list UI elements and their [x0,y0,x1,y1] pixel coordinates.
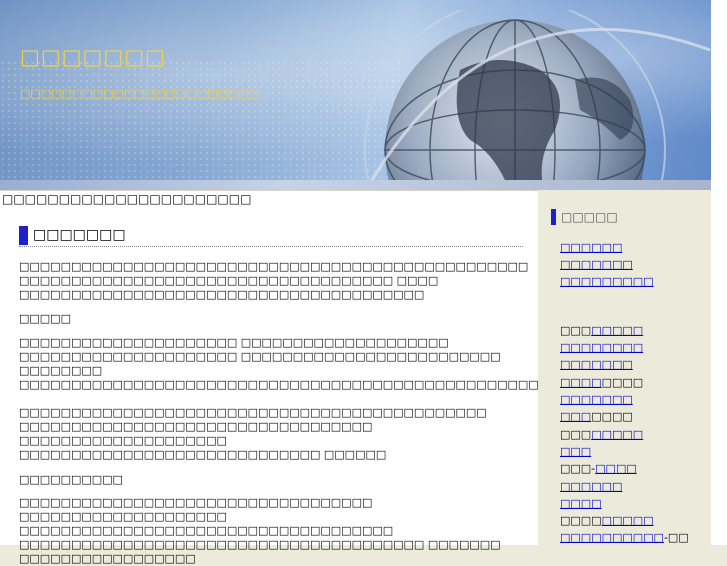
main-content: □□□□□□□ □□□□□□□□□□□□□□□□□□□□□□□□□□□□□□□□… [0,206,695,565]
breadcrumb: □□□□□□□□□□□□□□□□□□□□□□ [0,190,538,206]
sidebar-link-prefix: □□□□ [560,514,602,527]
sidebar-link-prefix: □□□ [560,324,592,337]
sidebar-link[interactable]: □□□□□□□□□□ [560,531,664,544]
sidebar-link-item[interactable]: □□□□□□□□ [560,341,643,355]
title-marker [19,226,28,245]
sidebar-link-item[interactable]: □□□□□□□□ [560,428,643,442]
sidebar-link-item[interactable]: □□□□ [560,497,602,511]
sidebar-link[interactable]: □□□□□ [591,324,643,337]
sidebar-link-item[interactable]: □□□□□□□ [560,410,633,424]
sidebar-link[interactable]: □□□□□□ [560,480,622,493]
paragraph-5-line-a: □□□□□□□□□□□□□□□□□□□□□□□□□□□□□□□□□□ □□□□□… [19,496,373,523]
sidebar-link-item[interactable]: □□□□□□□□□ [560,275,654,289]
sidebar-link-suffix: -□□ [663,531,689,544]
site-header: □□□□□□□ □□□□□□□□□□□□□□□□□□□□□□□ [0,0,711,190]
sidebar-link-item[interactable]: □□□□□□ [560,480,622,494]
sidebar-link-item[interactable]: □□□□□□□ [560,258,633,272]
sidebar-link-item[interactable]: □□□□□□□□□ [560,514,654,528]
sidebar-link-prefix: □□□ [560,428,592,441]
sidebar-link-item[interactable]: □□□ [560,445,591,459]
sidebar-link[interactable]: □□□□□□□ [560,358,633,371]
sidebar-link[interactable]: □□□□ [560,497,602,510]
right-edge-strip [711,0,727,545]
sidebar-link[interactable]: □□□□□ [591,428,643,441]
paragraph-4-line-a: □□□□□□□□□□□□□□□□□□□□□□□□□□□□□□□□□□□□□□□□… [19,406,487,419]
paragraph-5-line-b: □□□□□□□□□□□□□□□□□□□□□□□□□□□□□□□□□□□□ □□□… [19,524,501,565]
sidebar-link[interactable]: □□□ [560,445,591,458]
sidebar-link[interactable]: □□□□ [595,462,637,475]
globe-image [364,10,711,190]
site-title[interactable]: □□□□□□□ [20,45,166,69]
paragraph-2: □□□□□□□□□□□□□□□□□□□□□ □□□□□□□□□□□□□□□□□□… [19,336,501,377]
page: □□□□□□□ □□□□□□□□□□□□□□□□□□□□□□□ □□□□□□□□… [0,0,711,565]
sidebar-link-suffix: □□□□ [601,376,644,389]
sidebar-link[interactable]: □□□□□□□ [560,258,633,271]
sidebar: □□□□□ □□□□□□ □□□□□□□ □□□□□□□□□ □□□□□□□□ … [538,190,711,545]
site-tagline: □□□□□□□□□□□□□□□□□□□□□□□ [20,87,260,100]
paragraph-4-line-b: □□□□□□□□□□□□□□□□□□□□□□□□□□□□□□□□□□ □□□□□… [19,420,387,461]
sidebar-link-item[interactable]: □□□□□□□□ [560,376,643,390]
sidebar-link-item[interactable]: □□□-□□□□ [560,462,637,476]
sidebar-link-prefix: □□□- [560,462,596,475]
sidebar-heading-text: □□□□□ [561,210,618,224]
paragraph-5: □□□□□□□□□□□□□□□□□□□□□□□□□□□□□□□□□□ □□□□□… [19,496,523,566]
sidebar-link[interactable]: □□□□□□□ [560,393,633,406]
paragraph-1: □□□□□□□□□□□□□□□□□□□□□□□□□□□□□□□□□□□□□□□□… [19,260,529,301]
sidebar-heading-marker [551,209,556,225]
sidebar-link-item[interactable]: □□□□□□□□ [560,324,643,338]
sidebar-link[interactable]: □□□□□□ [560,241,622,254]
sidebar-link-suffix: □□□□ [591,410,633,423]
sidebar-link-item[interactable]: □□□□□□□ [560,393,633,407]
sidebar-link[interactable]: □□□ [560,410,591,423]
sidebar-link-item[interactable]: □□□□□□ [560,241,622,255]
sidebar-link[interactable]: □□□□ [560,376,602,389]
subheading-2: □□□□□□□□□□ [19,473,123,486]
sidebar-link[interactable]: □□□□□□□□ [560,341,643,354]
subheading-1: □□□□□ [19,312,71,325]
header-bottom-band [0,180,711,190]
post-title: □□□□□□□ [33,227,126,243]
sidebar-link[interactable]: □□□□□ [602,514,654,527]
post-title-bar: □□□□□□□ [19,226,523,247]
paragraph-4: □□□□□□□□□□□□□□□□□□□□□□□□□□□□□□□□□□□□□□□□… [19,406,523,462]
sidebar-link-item[interactable]: □□□□□□□ [560,358,633,372]
sidebar-link-item[interactable]: □□□□□□□□□□-□□ [560,531,689,545]
sidebar-link[interactable]: □□□□□□□□□ [560,275,654,288]
